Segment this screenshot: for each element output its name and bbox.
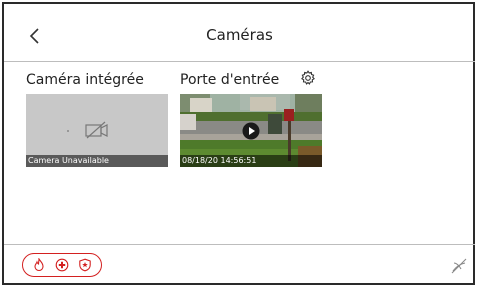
camera-name-integrated: Caméra intégrée [26,72,144,88]
police-badge-icon [78,258,92,272]
decorative-dot [67,130,69,132]
camera-settings-button[interactable] [300,70,316,86]
camera-timestamp: 08/18/20 14:56:51 [180,155,322,167]
page-title: Caméras [206,26,273,44]
fire-icon [32,258,46,272]
camera-name-front-door: Porte d'entrée [180,72,280,88]
gear-icon [301,70,315,85]
footer-divider [4,244,475,245]
no-connection-icon [450,257,468,275]
medical-cross-icon [55,258,69,272]
camera-thumbnail-integrated[interactable]: Camera Unavailable [26,94,168,167]
camera-thumbnail-front-door[interactable]: 08/18/20 14:56:51 [180,94,322,167]
header-bar: Caméras [4,16,475,62]
camera-off-icon [85,121,108,139]
play-icon[interactable] [242,122,260,140]
camera-caption: Camera Unavailable [26,155,168,167]
emergency-panel-button[interactable] [22,253,102,277]
